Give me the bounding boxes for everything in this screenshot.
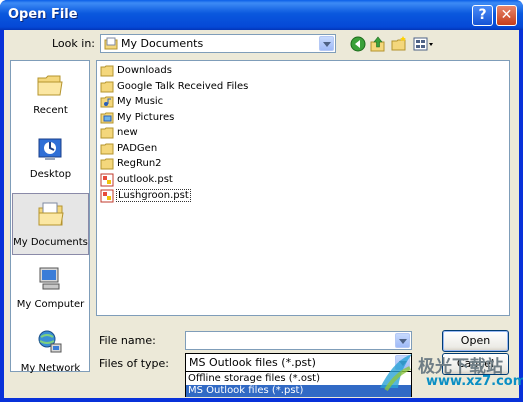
recent-folder-icon <box>37 75 63 96</box>
files-of-type-dropdown-list: Offline storage files (*.ost) MS Outlook… <box>185 371 412 397</box>
file-name: RegRun2 <box>117 158 162 169</box>
file-name: outlook.pst <box>117 174 173 185</box>
cancel-button[interactable]: Cancel <box>442 353 509 375</box>
place-my-computer[interactable]: My Computer <box>12 259 89 319</box>
new-folder-icon[interactable] <box>391 36 407 52</box>
folder-icon <box>100 65 114 77</box>
place-label: My Computer <box>16 299 85 310</box>
my-documents-icon <box>38 202 64 226</box>
folder-icon <box>100 127 114 139</box>
place-label: My Network <box>20 363 81 374</box>
close-button[interactable]: ✕ <box>496 5 517 26</box>
back-icon[interactable] <box>350 36 366 52</box>
place-recent[interactable]: Recent <box>12 65 89 125</box>
look-in-combobox[interactable]: My Documents <box>100 34 336 53</box>
place-label: Desktop <box>29 169 72 180</box>
place-desktop[interactable]: Desktop <box>12 129 89 189</box>
file-name-input[interactable] <box>185 331 412 350</box>
files-of-type-select[interactable]: MS Outlook files (*.pst) <box>185 353 412 372</box>
place-my-documents[interactable]: My Documents <box>12 193 89 255</box>
file-name: new <box>117 127 138 138</box>
close-icon: ✕ <box>500 7 513 23</box>
file-name-dropdown-arrow[interactable] <box>395 333 410 348</box>
files-of-type-label: Files of type: <box>99 357 170 370</box>
up-one-level-icon[interactable] <box>370 36 386 52</box>
pst-file-icon <box>100 189 114 203</box>
my-network-icon <box>38 330 62 353</box>
file-list[interactable]: Downloads Google Talk Received Files My … <box>96 60 510 316</box>
place-label: Recent <box>33 105 68 116</box>
desktop-icon <box>38 138 62 160</box>
files-of-type-value: MS Outlook files (*.pst) <box>189 356 316 369</box>
open-button[interactable]: Open <box>442 330 509 352</box>
file-name: PADGen <box>117 143 158 154</box>
look-in-dropdown-arrow[interactable] <box>319 36 334 51</box>
help-button[interactable]: ? <box>472 5 493 26</box>
places-bar: Recent Desktop My Documents My Computer <box>10 60 90 374</box>
folder-icon <box>100 143 114 155</box>
place-my-network[interactable]: My Network <box>12 323 89 383</box>
file-name: My Pictures <box>117 112 175 123</box>
dropdown-option[interactable]: Offline storage files (*.ost) <box>186 373 411 385</box>
look-in-label: Look in: <box>52 37 95 50</box>
file-name: Google Talk Received Files <box>117 81 249 92</box>
view-menu-icon[interactable] <box>413 36 435 52</box>
title-bar[interactable]: Open File ? ✕ <box>0 0 523 30</box>
file-name: Lushgroon.pst <box>116 189 191 202</box>
files-of-type-dropdown-arrow[interactable] <box>395 355 410 370</box>
folder-icon <box>100 81 114 93</box>
pictures-folder-icon <box>100 112 114 124</box>
window-title: Open File <box>8 7 78 22</box>
music-folder-icon <box>100 96 114 108</box>
folder-icon <box>100 158 114 170</box>
look-in-value: My Documents <box>121 37 204 50</box>
file-name-label: File name: <box>99 334 156 347</box>
my-documents-small-icon <box>104 37 118 50</box>
file-name: My Music <box>117 96 164 107</box>
pst-file-icon <box>100 173 114 187</box>
dropdown-option-highlighted[interactable]: MS Outlook files (*.pst) <box>186 385 411 397</box>
my-computer-icon <box>39 267 60 290</box>
place-label: My Documents <box>13 237 88 248</box>
file-name: Downloads <box>117 65 172 76</box>
